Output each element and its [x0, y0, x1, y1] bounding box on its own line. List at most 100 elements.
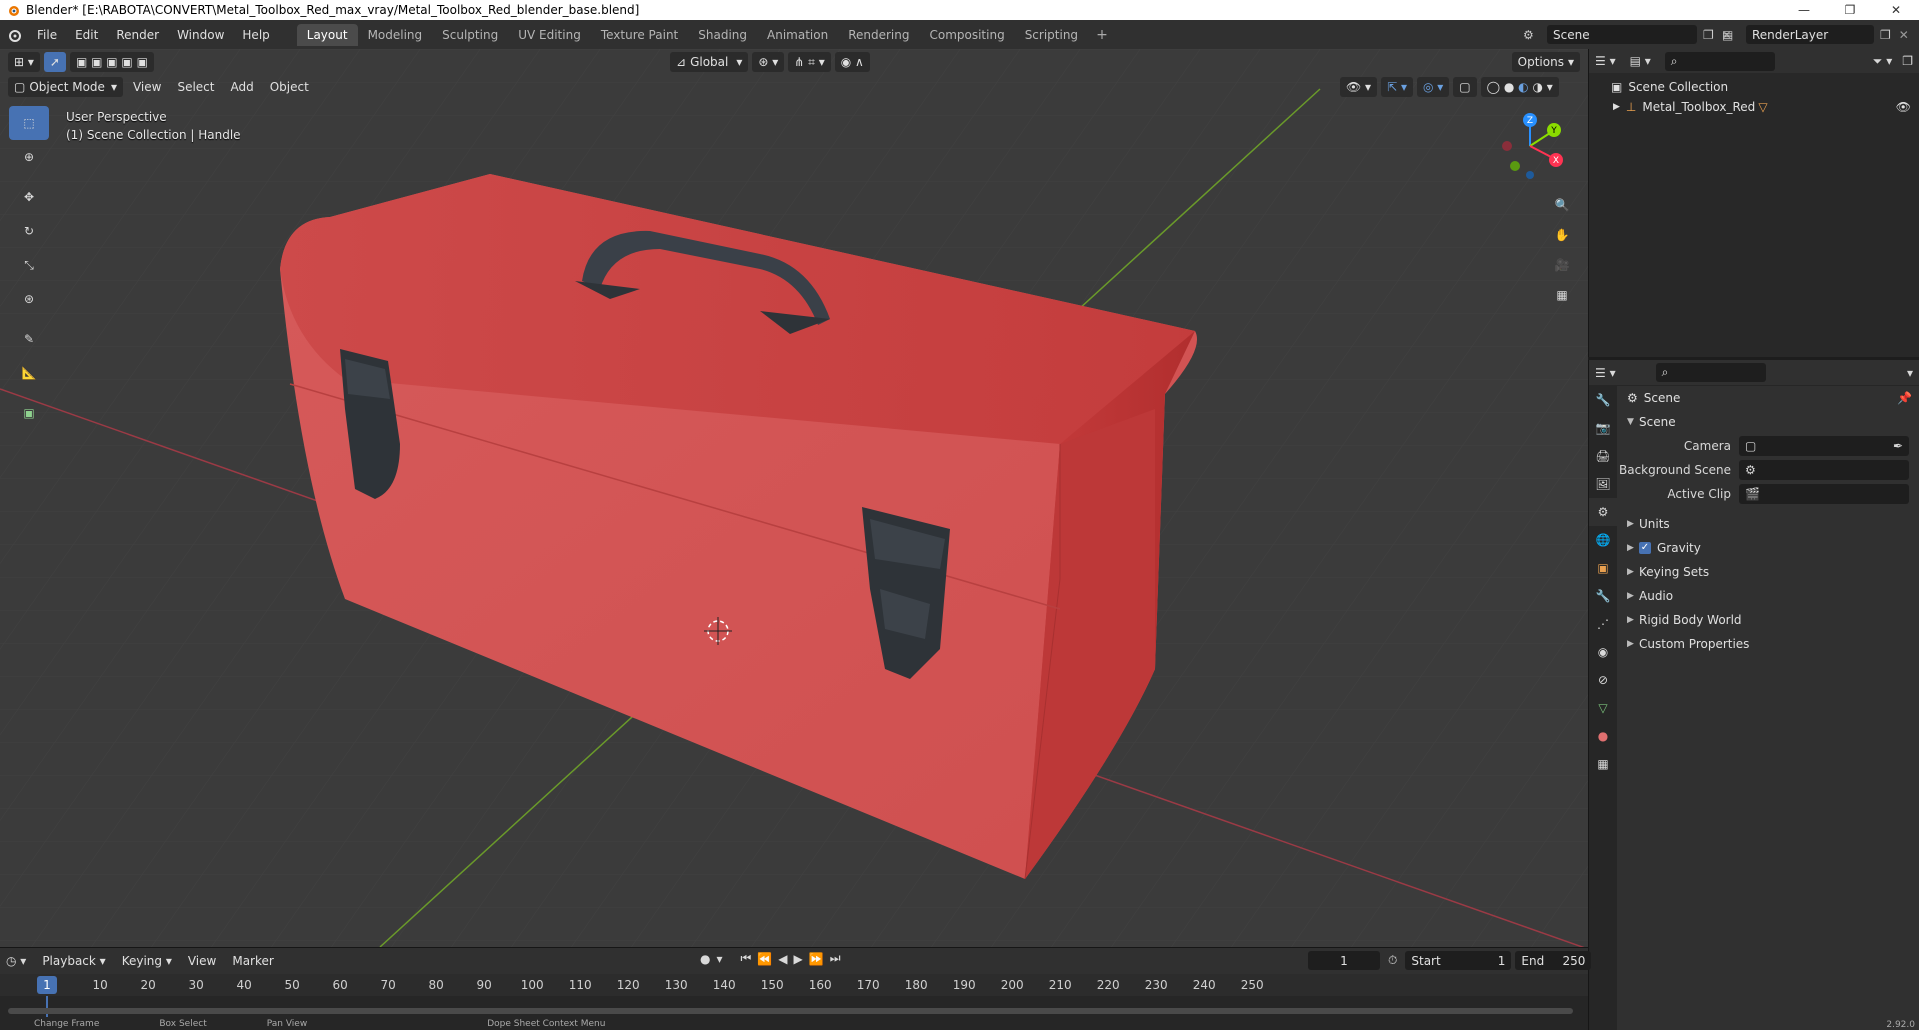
measure-tool[interactable]: 📐 [9, 356, 49, 390]
delete-layer-icon[interactable]: ✕ [1899, 28, 1909, 42]
menu-object[interactable]: Object [264, 77, 315, 97]
zoom-icon[interactable]: 🔍 [1548, 190, 1576, 220]
jump-start-icon[interactable]: ⏮ [741, 951, 752, 966]
new-scene-icon[interactable]: ❐ [1703, 28, 1714, 42]
gravity-checkbox[interactable]: ✓ [1639, 542, 1651, 554]
scene-panel-header[interactable]: ▼ Scene [1617, 410, 1919, 434]
editor-type-icon[interactable]: ☰ ▾ [1595, 366, 1616, 380]
new-collection-icon[interactable]: ❐ [1902, 54, 1913, 68]
world-tab-icon[interactable]: 🌐 [1589, 526, 1617, 554]
menu-help[interactable]: Help [233, 28, 278, 42]
editor-type-icon[interactable]: ◷ ▾ [6, 954, 26, 968]
tab-modeling[interactable]: Modeling [358, 24, 433, 46]
render-tab-icon[interactable]: 📷 [1589, 414, 1617, 442]
proportional-edit-toggle[interactable]: ◉ ∧ [834, 52, 870, 72]
current-frame-field[interactable]: 1 [1308, 951, 1380, 970]
data-tab-icon[interactable]: ▽ [1589, 694, 1617, 722]
custom-properties-panel[interactable]: ▶ Custom Properties [1617, 632, 1919, 656]
tool-tab-icon[interactable]: 🔧 [1589, 386, 1617, 414]
material-tab-icon[interactable]: ● [1589, 722, 1617, 750]
move-tool[interactable]: ✥ [9, 180, 49, 214]
marker-menu[interactable]: Marker [226, 951, 279, 971]
render-layer-field[interactable]: RenderLayer [1746, 25, 1874, 44]
selection-mode-buttons[interactable]: ▣ ▣ ▣ ▣ ▣ [69, 52, 154, 72]
timeline-ruler[interactable]: 1 10 20 30 40 50 60 70 80 90 100 110 120 130 140 150 160… [0, 974, 1588, 996]
play-reverse-icon[interactable]: ◀ [778, 952, 787, 966]
playback-menu[interactable]: Playback ▾ [36, 951, 111, 971]
audio-panel[interactable]: ▶ Audio [1617, 584, 1919, 608]
modifier-tab-icon[interactable]: 🔧 [1589, 582, 1617, 610]
tab-animation[interactable]: Animation [757, 24, 838, 46]
pin-icon[interactable]: 📌 [1897, 391, 1912, 405]
tab-uv-editing[interactable]: UV Editing [508, 24, 591, 46]
pan-hand-icon[interactable]: ✋ [1548, 220, 1576, 250]
start-frame-field[interactable]: Start 1 [1405, 951, 1512, 970]
tab-scripting[interactable]: Scripting [1015, 24, 1088, 46]
annotate-tool[interactable]: ✎ [9, 322, 49, 356]
maximize-icon[interactable]: ❐ [1827, 0, 1873, 20]
keying-sets-panel[interactable]: ▶ Keying Sets [1617, 560, 1919, 584]
units-panel[interactable]: ▶ Units [1617, 512, 1919, 536]
editor-type-button[interactable]: ⊞ ▾ [8, 52, 40, 72]
physics-tab-icon[interactable]: ◉ [1589, 638, 1617, 666]
gravity-panel[interactable]: ▶ ✓ Gravity [1617, 536, 1919, 560]
snap-toggle[interactable]: ⋔ ⌗ ▾ [788, 52, 831, 72]
timeline-body[interactable] [0, 996, 1588, 1018]
cursor-tool[interactable]: ⊕ [9, 140, 49, 174]
close-icon[interactable]: ✕ [1873, 0, 1919, 20]
visibility-dropdown[interactable]: 👁 ▾ [1340, 77, 1378, 97]
rigid-body-world-panel[interactable]: ▶ Rigid Body World [1617, 608, 1919, 632]
navigation-gizmo[interactable]: Z Y X [1495, 111, 1565, 181]
jump-end-icon[interactable]: ⏭ [830, 951, 841, 966]
prev-keyframe-icon[interactable]: ⏪ [757, 952, 772, 966]
end-frame-field[interactable]: End 250 [1515, 951, 1592, 970]
xray-toggle[interactable]: ▢ [1453, 77, 1477, 97]
menu-edit[interactable]: Edit [66, 28, 107, 42]
tab-compositing[interactable]: Compositing [919, 24, 1014, 46]
clock-icon[interactable]: ⏱ [1388, 953, 1397, 968]
shading-modes[interactable]: ◯ ● ◐ ◑ ▾ [1480, 77, 1559, 97]
chevron-down-icon[interactable]: ▾ [1907, 366, 1913, 380]
scene-name-field[interactable]: Scene [1547, 25, 1697, 44]
gizmo-toggle[interactable]: ⇱ ▾ [1381, 77, 1413, 97]
properties-search-input[interactable]: ⌕ [1655, 363, 1766, 382]
new-layer-icon[interactable]: ❐ [1880, 28, 1891, 42]
record-icon[interactable]: ● [700, 952, 710, 966]
tab-sculpting[interactable]: Sculpting [432, 24, 508, 46]
render-layer-selector[interactable]: ▤ RenderLayer ❐ ✕ [1722, 24, 1919, 45]
tab-shading[interactable]: Shading [688, 24, 757, 46]
expand-arrow-icon[interactable]: ▶ [1613, 102, 1620, 112]
camera-input[interactable]: ▢ ✒ [1739, 436, 1909, 456]
background-scene-input[interactable]: ⚙ [1739, 460, 1909, 480]
tab-texture-paint[interactable]: Texture Paint [591, 24, 688, 46]
timeline-scrollbar[interactable] [8, 1008, 1573, 1014]
active-clip-input[interactable]: 🎬 [1739, 484, 1909, 504]
transform-tool[interactable]: ⊛ [9, 282, 49, 316]
mode-dropdown[interactable]: ▢ Object Mode ▾ [8, 77, 123, 97]
menu-add[interactable]: Add [224, 77, 259, 97]
camera-view-icon[interactable]: 🎥 [1548, 250, 1576, 280]
menu-render[interactable]: Render [107, 28, 168, 42]
next-keyframe-icon[interactable]: ⏩ [809, 952, 824, 966]
particles-tab-icon[interactable]: ⋰ [1589, 610, 1617, 638]
menu-window[interactable]: Window [168, 28, 233, 42]
play-icon[interactable]: ▶ [794, 952, 803, 966]
3d-viewport[interactable]: ⊞ ▾ ➚ ▣ ▣ ▣ ▣ ▣ ⊿ Global ▾ ⊛ ▾ ⋔ ⌗ ▾ ◉ ∧ O… [0, 49, 1588, 947]
menu-select[interactable]: Select [171, 77, 220, 97]
scene-tab-icon[interactable]: ⚙ [1589, 498, 1617, 526]
ortho-grid-icon[interactable]: ▦ [1548, 280, 1576, 310]
output-tab-icon[interactable]: 🖨 [1589, 442, 1617, 470]
add-workspace-button[interactable]: + [1088, 27, 1116, 43]
blender-menu-icon[interactable] [0, 20, 28, 49]
add-cube-tool[interactable]: ▣ [9, 396, 49, 430]
pivot-point-dropdown[interactable]: ⊛ ▾ [752, 52, 785, 72]
auto-key-dropdown-icon[interactable]: ▾ [716, 952, 722, 966]
select-tool-button[interactable]: ➚ [43, 52, 66, 72]
scene-selector[interactable]: ⚙ Scene ❐ ✕ [1523, 24, 1743, 45]
texture-tab-icon[interactable]: ▦ [1589, 750, 1617, 778]
tab-layout[interactable]: Layout [296, 23, 358, 46]
outliner-item[interactable]: ▶ ⊥ Metal_Toolbox_Red ▽ 👁 [1589, 97, 1919, 117]
display-mode-icon[interactable]: ▤ ▾ [1630, 54, 1651, 68]
eyedropper-icon[interactable]: ✒ [1893, 439, 1903, 453]
tab-rendering[interactable]: Rendering [838, 24, 919, 46]
